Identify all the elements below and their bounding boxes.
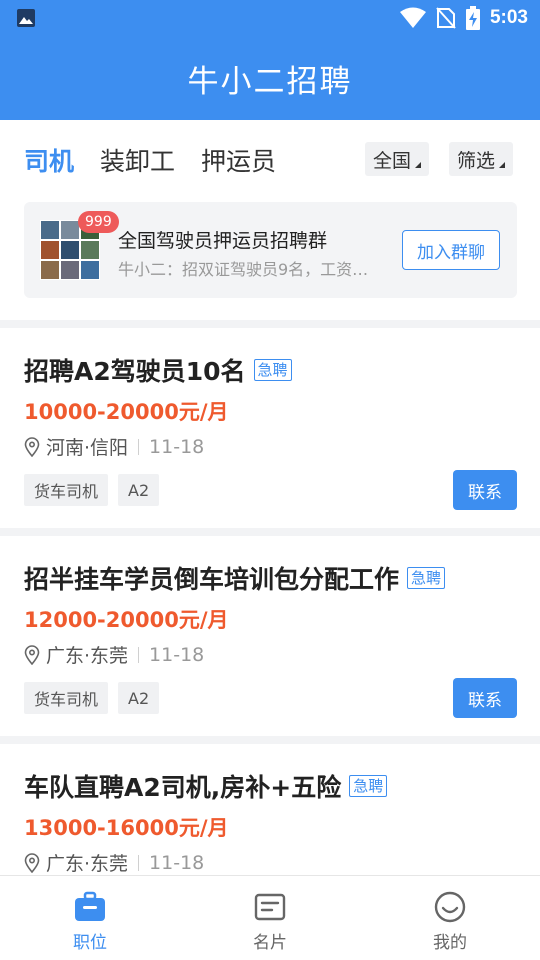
briefcase-icon xyxy=(75,891,105,921)
card-icon xyxy=(254,893,286,921)
app-title: 牛小二招聘 xyxy=(187,63,353,100)
contact-button[interactable]: 联系 xyxy=(453,678,517,718)
group-last-message: 牛小二：招双证驾驶员9名，工资… xyxy=(118,260,369,279)
nav-jobs[interactable]: 职位 xyxy=(0,876,180,960)
gallery-notification-icon xyxy=(17,9,35,27)
job-location: 广东·东莞 xyxy=(46,853,129,875)
no-sim-icon xyxy=(436,7,456,29)
job-tag: 货车司机 xyxy=(24,682,109,714)
location-pin-icon xyxy=(24,644,40,665)
job-card[interactable]: 招聘A2驾驶员10名 急聘 10000-20000元/月 河南·信阳 11-18… xyxy=(0,328,540,528)
job-salary: 13000-16000元/月 xyxy=(24,816,229,840)
region-dropdown[interactable]: 全国 xyxy=(365,142,430,176)
job-date: 11-18 xyxy=(149,851,205,874)
filter-dropdown[interactable]: 筛选 xyxy=(449,142,514,176)
tab-loader[interactable]: 装卸工 xyxy=(100,142,175,178)
filter-label: 筛选 xyxy=(457,149,496,172)
job-title: 车队直聘A2司机,房补+五险 xyxy=(24,773,342,802)
tab-escort[interactable]: 押运员 xyxy=(201,142,276,178)
dropdown-triangle-icon xyxy=(499,162,506,168)
group-chat-card[interactable]: 999 全国驾驶员押运员招聘群 牛小二：招双证驾驶员9名，工资… 加入群聊 xyxy=(24,202,517,298)
nav-card[interactable]: 名片 xyxy=(180,876,360,960)
wifi-icon xyxy=(399,7,426,28)
job-card[interactable]: 招半挂车学员倒车培训包分配工作 急聘 12000-20000元/月 广东·东莞 … xyxy=(0,536,540,736)
job-tag: 货车司机 xyxy=(24,474,109,506)
bottom-nav: 职位 名片 我的 xyxy=(0,875,540,960)
job-title-row: 招半挂车学员倒车培训包分配工作 急聘 xyxy=(24,560,446,596)
battery-charging-icon xyxy=(465,6,480,30)
job-title-row: 招聘A2驾驶员10名 急聘 xyxy=(24,352,292,388)
job-meta: 广东·东莞 11-18 xyxy=(24,849,204,876)
status-bar: 5:03 xyxy=(0,0,540,36)
job-salary: 10000-20000元/月 xyxy=(24,400,229,424)
nav-label: 我的 xyxy=(433,933,467,953)
category-tabs: 司机 装卸工 押运员 xyxy=(24,142,276,178)
divider xyxy=(138,438,140,455)
job-meta: 广东·东莞 11-18 xyxy=(24,641,204,668)
job-location: 河南·信阳 xyxy=(46,437,129,459)
dropdown-triangle-icon xyxy=(415,162,422,168)
divider xyxy=(138,646,140,663)
urgent-badge: 急聘 xyxy=(407,567,446,589)
job-date: 11-18 xyxy=(149,643,205,666)
nav-label: 名片 xyxy=(253,933,287,953)
job-location: 广东·东莞 xyxy=(46,645,129,667)
location-pin-icon xyxy=(24,852,40,873)
urgent-badge: 急聘 xyxy=(349,775,388,797)
tab-driver[interactable]: 司机 xyxy=(24,142,74,178)
job-title: 招聘A2驾驶员10名 xyxy=(24,357,246,386)
top-panel: 司机 装卸工 押运员 全国 筛选 999 全国驾驶员押运员招聘群 牛小二：招双证… xyxy=(0,120,540,320)
urgent-badge: 急聘 xyxy=(253,359,292,381)
nav-profile[interactable]: 我的 xyxy=(360,876,540,960)
clock: 5:03 xyxy=(489,7,528,28)
job-tags: 货车司机 A2 xyxy=(24,474,160,506)
contact-button[interactable]: 联系 xyxy=(453,470,517,510)
job-salary: 12000-20000元/月 xyxy=(24,608,229,632)
smiley-icon xyxy=(434,891,466,923)
app-bar: 牛小二招聘 xyxy=(0,36,540,120)
job-card[interactable]: 车队直聘A2司机,房补+五险 急聘 13000-16000元/月 广东·东莞 1… xyxy=(0,744,540,884)
divider xyxy=(138,854,140,871)
region-label: 全国 xyxy=(373,149,412,172)
job-tag: A2 xyxy=(118,682,160,714)
job-date: 11-18 xyxy=(149,435,205,458)
join-group-button[interactable]: 加入群聊 xyxy=(402,230,500,270)
job-title-row: 车队直聘A2司机,房补+五险 急聘 xyxy=(24,768,388,804)
job-meta: 河南·信阳 11-18 xyxy=(24,433,204,460)
group-name: 全国驾驶员押运员招聘群 xyxy=(118,230,328,252)
unread-badge: 999 xyxy=(78,211,119,233)
job-tags: 货车司机 A2 xyxy=(24,682,160,714)
location-pin-icon xyxy=(24,436,40,457)
job-title: 招半挂车学员倒车培训包分配工作 xyxy=(24,565,400,594)
nav-label: 职位 xyxy=(73,933,107,953)
job-tag: A2 xyxy=(118,474,160,506)
